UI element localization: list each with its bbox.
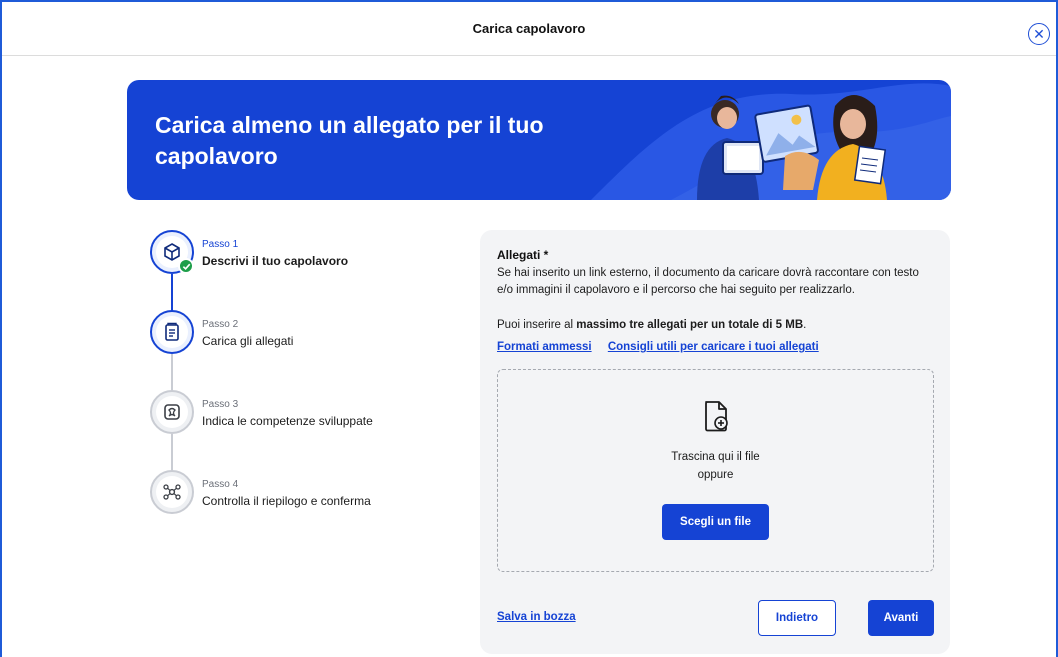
dropzone-line2: oppure xyxy=(697,469,734,481)
step-label: Carica gli allegati xyxy=(202,334,294,348)
step-connector-3 xyxy=(171,434,173,474)
banner-title: Carica almeno un allegato per il tuo cap… xyxy=(155,112,544,169)
step-1[interactable]: Passo 1 Descrivi il tuo capolavoro xyxy=(150,230,450,274)
step-label: Controlla il riepilogo e conferma xyxy=(202,494,371,508)
next-button[interactable]: Avanti xyxy=(868,600,934,636)
step-3[interactable]: Passo 3 Indica le competenze sviluppate xyxy=(150,390,450,434)
step-kicker: Passo 4 xyxy=(202,479,239,490)
upload-tips-link[interactable]: Consigli utili per caricare i tuoi alleg… xyxy=(608,341,819,353)
cube-icon xyxy=(164,243,180,261)
dropzone-text: Trascina qui il file oppure xyxy=(498,448,933,484)
progress-stepper: Passo 1 Descrivi il tuo capolavoro Passo… xyxy=(150,230,450,530)
step-label: Indica le competenze sviluppate xyxy=(202,414,373,428)
upload-document-icon xyxy=(165,322,179,341)
puzzle-icon xyxy=(164,404,180,420)
attachments-description: Se hai inserito un link esterno, il docu… xyxy=(497,267,919,296)
attachments-label: Allegati * xyxy=(497,248,549,262)
save-draft-link[interactable]: Salva in bozza xyxy=(497,611,576,623)
step-4[interactable]: Passo 4 Controlla il riepilogo e conferm… xyxy=(150,470,450,514)
choose-file-button[interactable]: Scegli un file xyxy=(662,504,769,540)
file-add-icon xyxy=(705,401,728,432)
dropzone-line1: Trascina qui il file xyxy=(671,451,760,463)
hero-banner: Carica almeno un allegato per il tuo cap… xyxy=(127,80,951,200)
people-with-picture-illustration xyxy=(697,95,887,200)
attachments-panel: Allegati * Se hai inserito un link ester… xyxy=(480,230,950,654)
modal-window: Carica capolavoro ✕ Carica almeno un all… xyxy=(0,0,1058,657)
allowed-formats-link[interactable]: Formati ammessi xyxy=(497,341,592,353)
file-dropzone[interactable]: Trascina qui il file oppure Scegli un fi… xyxy=(497,369,934,572)
step-kicker: Passo 3 xyxy=(202,399,239,410)
attachments-limit: Puoi inserire al massimo tre allegati pe… xyxy=(497,319,807,331)
step-label: Descrivi il tuo capolavoro xyxy=(202,254,349,268)
network-icon xyxy=(163,484,181,500)
check-icon xyxy=(178,258,194,274)
modal-header: Carica capolavoro ✕ xyxy=(2,2,1056,56)
step-2[interactable]: Passo 2 Carica gli allegati xyxy=(150,310,450,354)
step-kicker: Passo 1 xyxy=(202,239,239,250)
step-connector-2 xyxy=(171,354,173,394)
step-kicker: Passo 2 xyxy=(202,319,239,330)
close-icon[interactable]: ✕ xyxy=(1028,23,1050,45)
back-button[interactable]: Indietro xyxy=(758,600,836,636)
modal-title: Carica capolavoro xyxy=(472,21,586,36)
help-links: Formati ammessi Consigli utili per caric… xyxy=(497,341,832,353)
step-connector-1 xyxy=(171,274,173,314)
